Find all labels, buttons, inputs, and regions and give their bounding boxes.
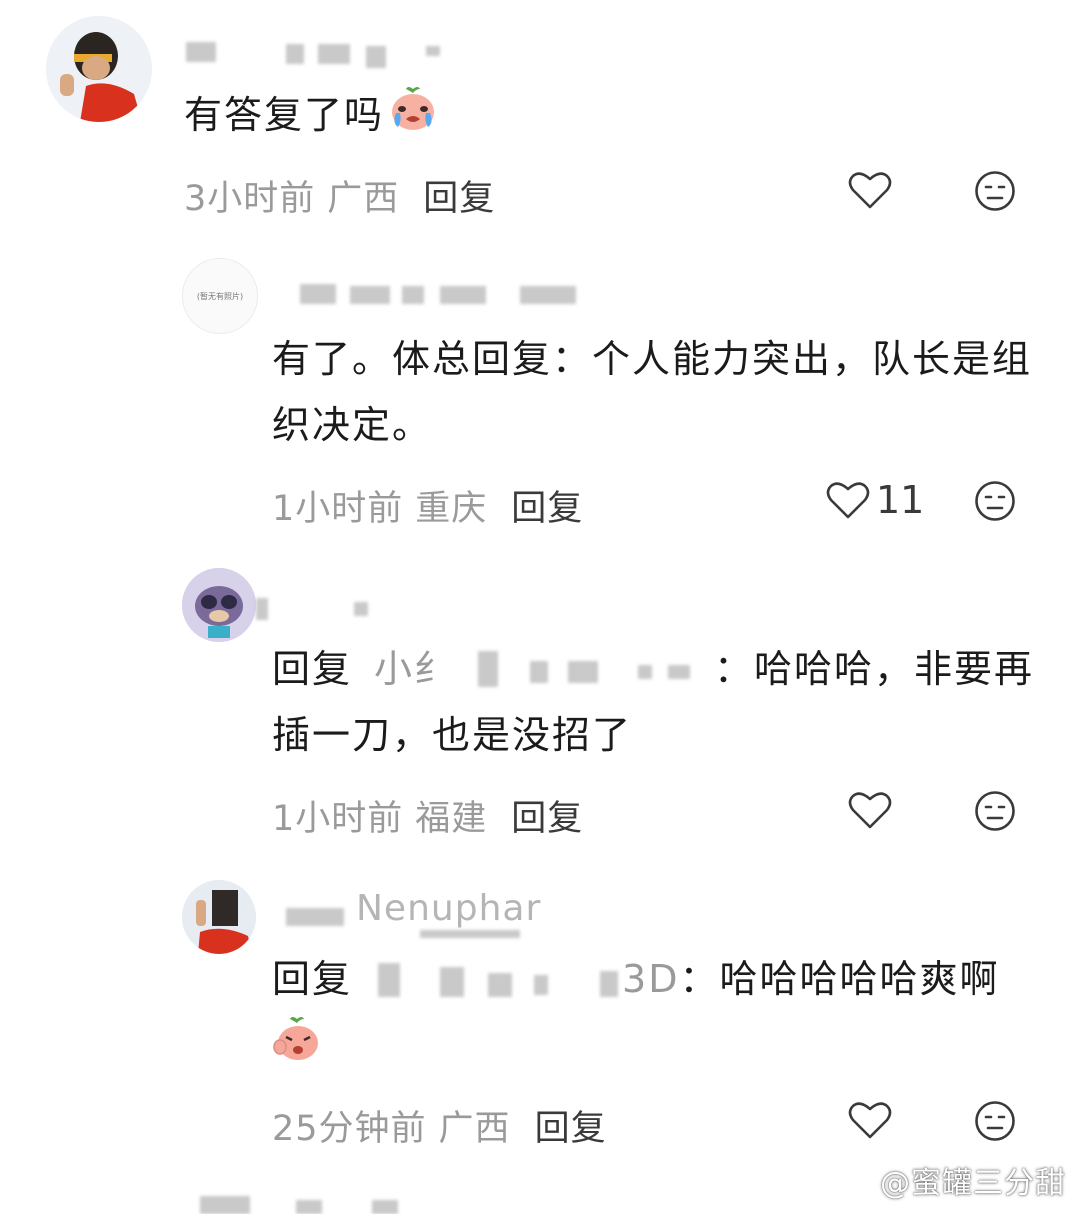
- reply-button[interactable]: 回复: [535, 1109, 607, 1149]
- comment-time: 3小时前: [184, 179, 316, 219]
- username[interactable]: Nenuphar: [356, 888, 541, 929]
- heart-outline-icon: [848, 172, 892, 209]
- heart-outline-icon: [848, 1102, 892, 1139]
- reply-to-user[interactable]: 3D: [622, 957, 679, 1001]
- comment-meta: 3小时前 广西 回复: [184, 170, 495, 221]
- username-redacted: [354, 602, 368, 616]
- username-redacted: [426, 46, 440, 56]
- dislike-button[interactable]: [974, 170, 1016, 216]
- comment-location: 广西: [327, 179, 400, 219]
- comment-meta: 25分钟前 广西 回复: [272, 1100, 607, 1151]
- redacted-gap: [374, 962, 622, 997]
- like-button[interactable]: [848, 1100, 892, 1140]
- username-redacted: [440, 286, 486, 304]
- dislike-button[interactable]: [974, 480, 1016, 526]
- avatar[interactable]: [182, 880, 256, 954]
- reply-prefix: 回复: [272, 957, 353, 1001]
- username-redacted: [520, 286, 576, 304]
- username-redacted: [402, 286, 424, 304]
- crying-peach-emoji-icon: [388, 83, 438, 153]
- reply-prefix: 回复: [272, 647, 353, 691]
- avatar-photo: [46, 16, 152, 122]
- username-redacted: [350, 286, 390, 304]
- username-redacted: [366, 46, 386, 68]
- neutral-face-icon: [975, 171, 1015, 211]
- watermark: @蜜罐三分甜: [842, 1158, 1066, 1203]
- heart-outline-icon: [826, 482, 870, 519]
- neutral-face-icon: [975, 481, 1015, 521]
- username-redacted: [186, 42, 216, 62]
- avatar[interactable]: (暂无有照片): [182, 258, 258, 334]
- heart-outline-icon: [848, 792, 892, 829]
- username-redacted: [300, 284, 336, 304]
- comment-location: 福建: [415, 799, 488, 839]
- comment-time: 1小时前: [272, 799, 404, 839]
- username-redacted: [318, 44, 350, 64]
- comment-time: 1小时前: [272, 489, 404, 529]
- comment-time: 25分钟前: [272, 1109, 427, 1149]
- redacted-gap: [454, 650, 714, 687]
- comment-meta: 1小时前 重庆 回复: [272, 480, 583, 531]
- username-redacted: [256, 598, 268, 620]
- reply-to-user[interactable]: 小纟: [374, 647, 454, 691]
- neutral-face-icon: [975, 1101, 1015, 1141]
- comment-location: 重庆: [415, 489, 488, 529]
- weibo-logo-icon: [842, 1166, 876, 1202]
- avatar[interactable]: [46, 16, 152, 122]
- watermark-text: @蜜罐三分甜: [880, 1165, 1066, 1201]
- like-button[interactable]: 11: [826, 478, 924, 522]
- reply-button[interactable]: 回复: [511, 799, 583, 839]
- comment-location: 广西: [438, 1109, 511, 1149]
- comment-meta: 1小时前 福建 回复: [272, 790, 583, 841]
- next-comment-username-partial: [372, 1200, 398, 1214]
- avatar[interactable]: [182, 568, 256, 642]
- dislike-button[interactable]: [974, 790, 1016, 836]
- reply-button[interactable]: 回复: [511, 489, 583, 529]
- like-count: 11: [876, 478, 925, 522]
- reply-button[interactable]: 回复: [423, 179, 495, 219]
- comment-text: 有答复了吗: [184, 82, 1004, 153]
- username-redacted: [286, 908, 344, 926]
- username-redacted: [286, 44, 304, 64]
- next-comment-username-partial: [296, 1200, 322, 1214]
- comment-text: 有了。体总回复：个人能力突出，队长是组织决定。: [272, 337, 1033, 447]
- comment-text: 回复 3D：哈哈哈哈哈爽啊: [272, 946, 1042, 1083]
- neutral-face-icon: [975, 791, 1015, 831]
- angry-peach-emoji-icon: [272, 1013, 322, 1083]
- like-button[interactable]: [848, 170, 892, 210]
- dislike-button[interactable]: [974, 1100, 1016, 1146]
- comment-text: 回复 小纟 ：哈哈哈，非要再插一刀，也是没招了: [272, 647, 1035, 757]
- username-redacted: [420, 930, 520, 938]
- avatar-placeholder-text: (暂无有照片): [196, 291, 244, 301]
- like-button[interactable]: [848, 790, 892, 830]
- next-comment-avatar-partial: [200, 1196, 250, 1214]
- avatar-photo: [182, 880, 256, 954]
- avatar-cartoon: [182, 568, 256, 642]
